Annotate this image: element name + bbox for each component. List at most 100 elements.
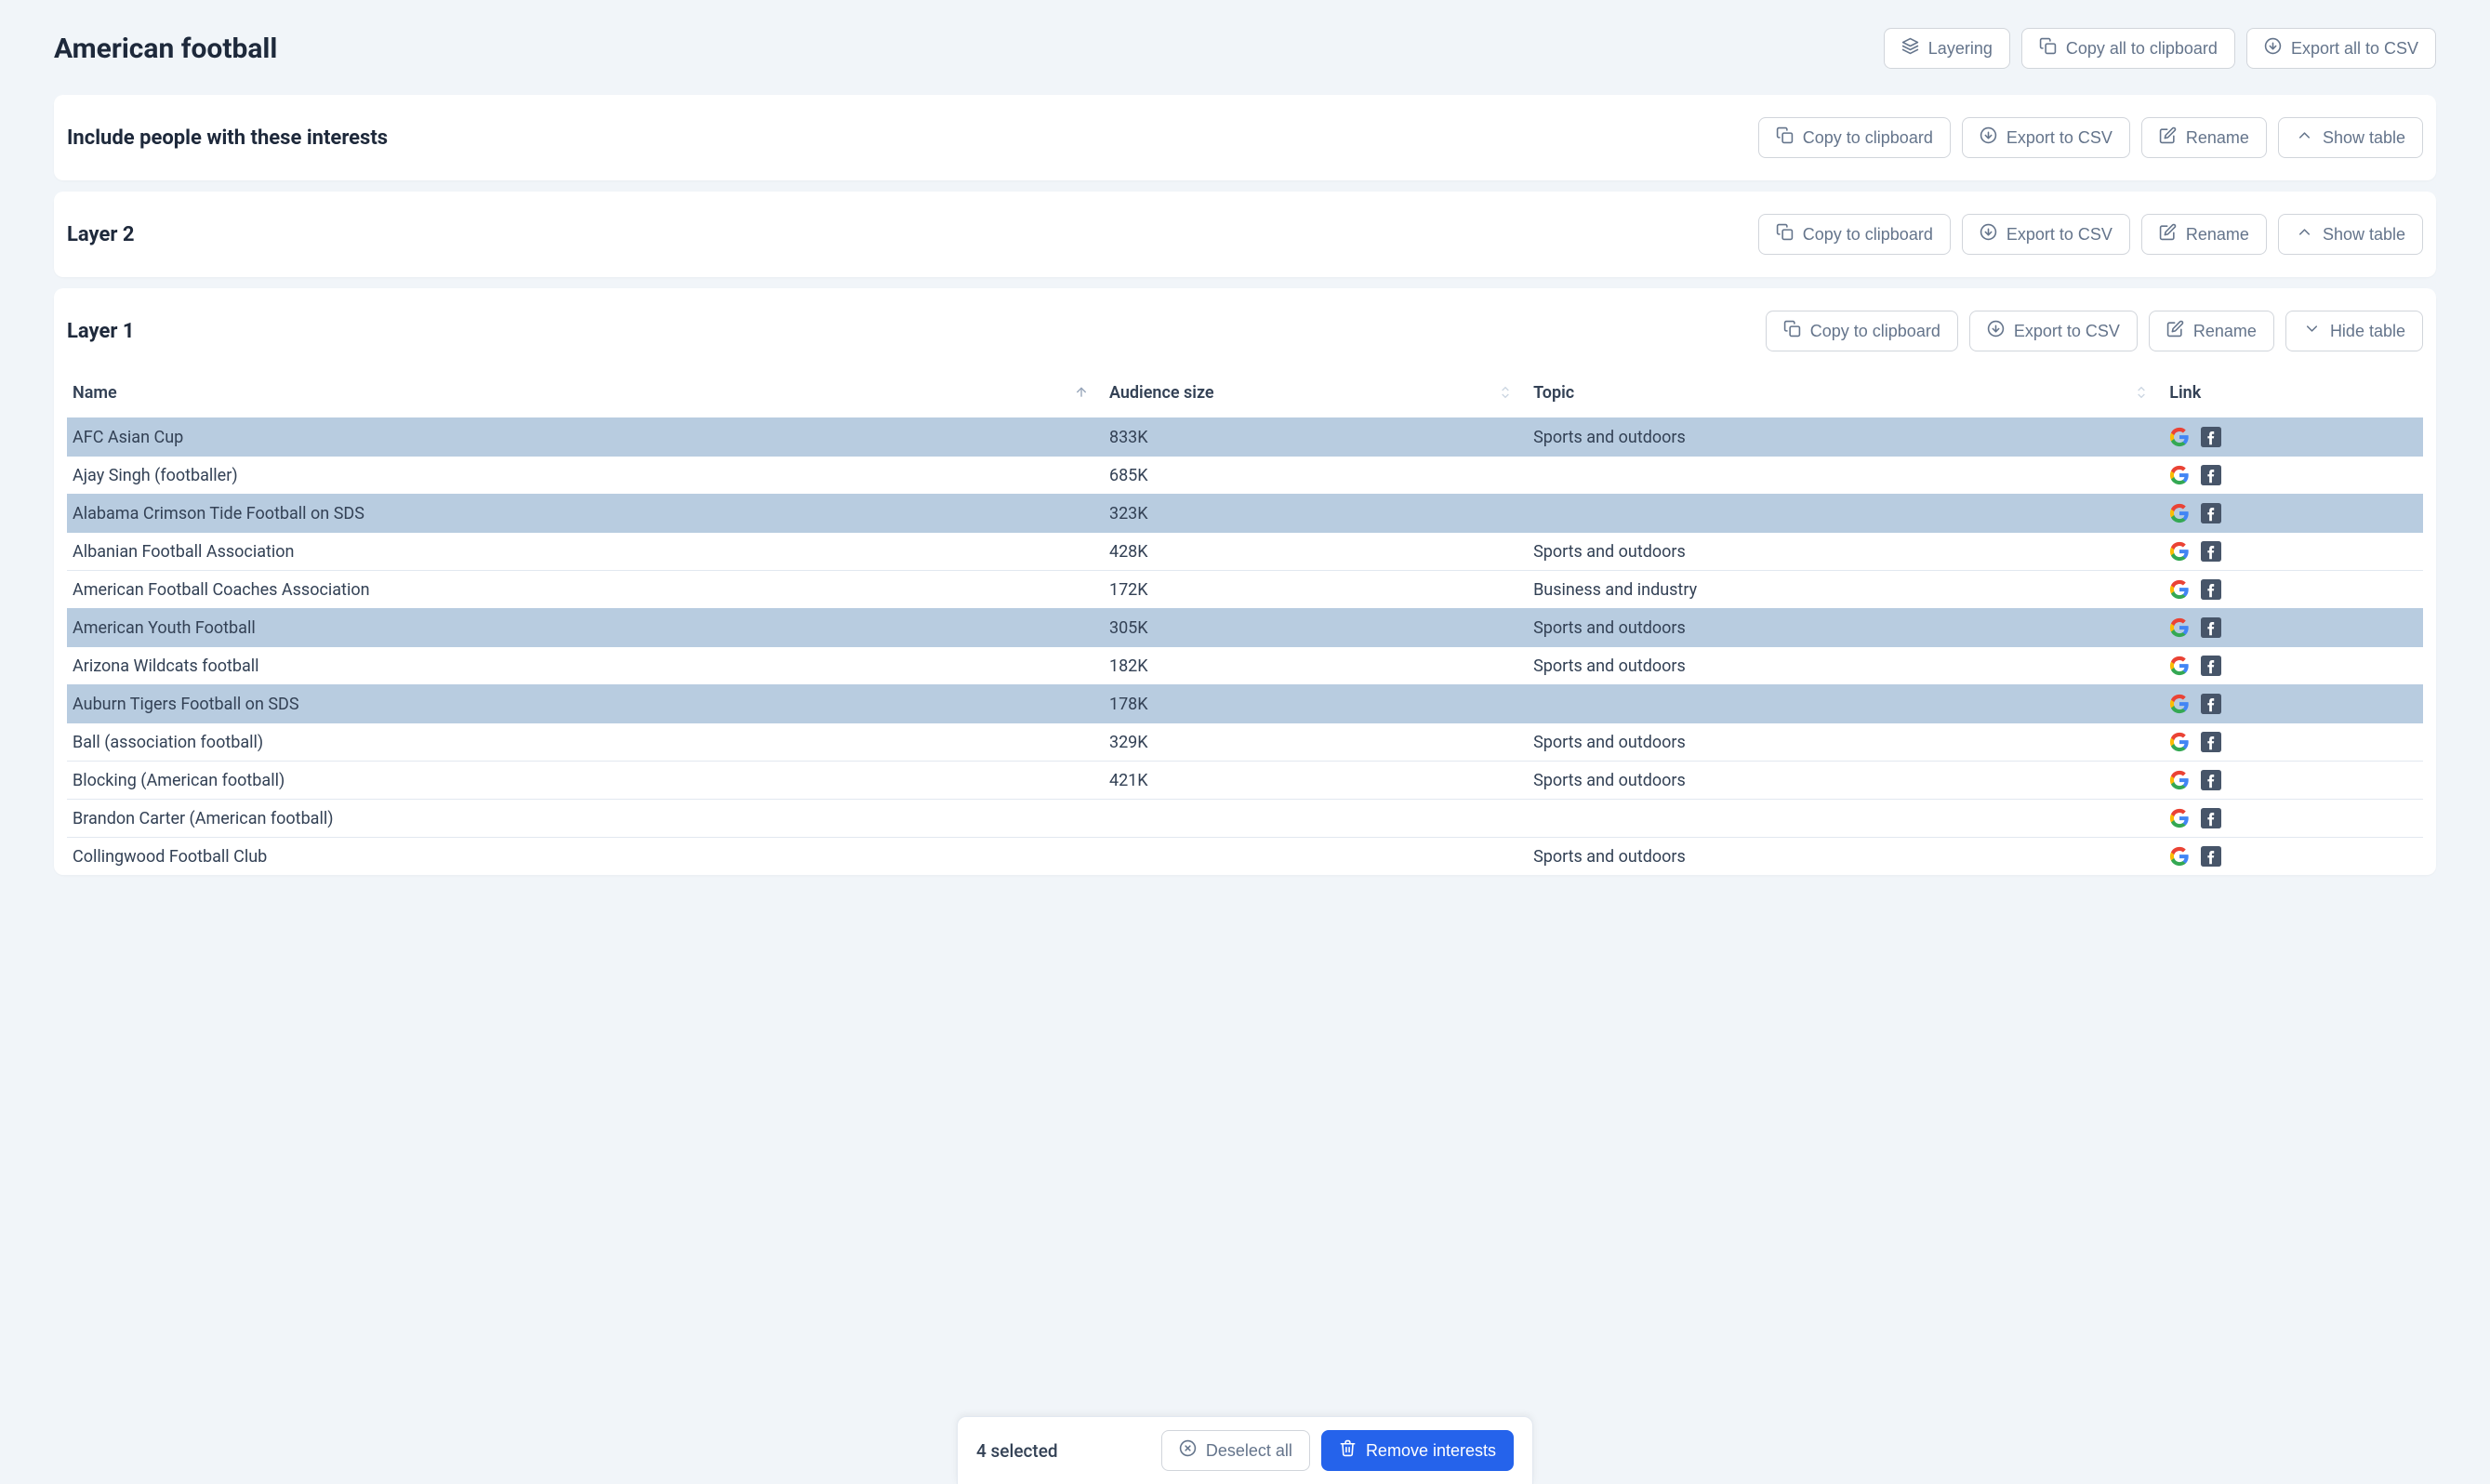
cell-name: Auburn Tigers Football on SDS	[67, 685, 1104, 723]
export-to-csv-button[interactable]: Export to CSV	[1962, 117, 2130, 158]
google-icon[interactable]	[2169, 579, 2190, 600]
chevron-up-icon	[2296, 126, 2313, 149]
page-toolbar: Layering Copy all to clipboard Export al…	[1884, 28, 2436, 69]
facebook-icon[interactable]	[2201, 656, 2221, 676]
google-icon[interactable]	[2169, 694, 2190, 714]
table-row[interactable]: Collingwood Football Club Sports and out…	[67, 838, 2423, 876]
export-to-csv-button[interactable]: Export to CSV	[1962, 214, 2130, 255]
google-icon[interactable]	[2169, 465, 2190, 485]
facebook-icon[interactable]	[2201, 617, 2221, 638]
download-icon	[1987, 320, 2005, 342]
export-all-label: Export all to CSV	[2291, 39, 2418, 59]
toggle-table-button[interactable]: Hide table	[2285, 311, 2423, 351]
google-icon[interactable]	[2169, 846, 2190, 867]
cell-topic: Sports and outdoors	[1528, 418, 2164, 457]
facebook-icon[interactable]	[2201, 846, 2221, 867]
trash-icon	[1339, 1439, 1357, 1462]
table-row[interactable]: American Youth Football 305K Sports and …	[67, 609, 2423, 647]
facebook-icon[interactable]	[2201, 732, 2221, 752]
cell-topic: Sports and outdoors	[1528, 838, 2164, 876]
table-row[interactable]: Brandon Carter (American football)	[67, 800, 2423, 838]
copy-to-clipboard-button[interactable]: Copy to clipboard	[1758, 214, 1951, 255]
cell-topic	[1528, 495, 2164, 533]
page-title: American football	[54, 33, 277, 65]
close-circle-icon	[1179, 1439, 1197, 1462]
cell-audience: 182K	[1104, 647, 1528, 685]
google-icon[interactable]	[2169, 770, 2190, 790]
interests-table: Name Audience size Topic Link AFC Asian …	[67, 374, 2423, 875]
edit-icon	[2159, 223, 2177, 245]
toggle-label: Hide table	[2330, 322, 2405, 341]
cell-topic: Business and industry	[1528, 571, 2164, 609]
cell-link	[2164, 571, 2423, 609]
col-name-header[interactable]: Name	[67, 374, 1104, 418]
facebook-icon[interactable]	[2201, 541, 2221, 562]
copy-to-clipboard-button[interactable]: Copy to clipboard	[1766, 311, 1958, 351]
table-row[interactable]: Ajay Singh (footballer) 685K	[67, 457, 2423, 495]
facebook-icon[interactable]	[2201, 694, 2221, 714]
cell-link	[2164, 800, 2423, 838]
cell-name: Alabama Crimson Tide Football on SDS	[67, 495, 1104, 533]
table-row[interactable]: Arizona Wildcats football 182K Sports an…	[67, 647, 2423, 685]
panel: Layer 2 Copy to clipboard Export to CSV …	[54, 192, 2436, 277]
table-row[interactable]: AFC Asian Cup 833K Sports and outdoors	[67, 418, 2423, 457]
copy-icon	[1776, 223, 1794, 245]
table-row[interactable]: Alabama Crimson Tide Football on SDS 323…	[67, 495, 2423, 533]
download-icon	[1980, 223, 1997, 245]
copy-icon	[2039, 37, 2057, 60]
toggle-table-button[interactable]: Show table	[2278, 214, 2423, 255]
panel: Layer 1 Copy to clipboard Export to CSV …	[54, 288, 2436, 875]
cell-link	[2164, 762, 2423, 800]
rename-button[interactable]: Rename	[2141, 117, 2267, 158]
export-to-csv-button[interactable]: Export to CSV	[1969, 311, 2138, 351]
rename-button[interactable]: Rename	[2141, 214, 2267, 255]
facebook-icon[interactable]	[2201, 579, 2221, 600]
cell-name: AFC Asian Cup	[67, 418, 1104, 457]
table-row[interactable]: Blocking (American football) 421K Sports…	[67, 762, 2423, 800]
google-icon[interactable]	[2169, 427, 2190, 447]
google-icon[interactable]	[2169, 732, 2190, 752]
toggle-label: Show table	[2323, 128, 2405, 148]
google-icon[interactable]	[2169, 541, 2190, 562]
chevron-down-icon	[2303, 320, 2321, 342]
selection-bar: 4 selected Deselect all Remove interests	[957, 1416, 1533, 1484]
cell-link	[2164, 838, 2423, 876]
table-row[interactable]: Auburn Tigers Football on SDS 178K	[67, 685, 2423, 723]
google-icon[interactable]	[2169, 656, 2190, 676]
cell-topic: Sports and outdoors	[1528, 647, 2164, 685]
facebook-icon[interactable]	[2201, 770, 2221, 790]
panel-title: Layer 2	[67, 223, 134, 246]
copy-all-button[interactable]: Copy all to clipboard	[2021, 28, 2235, 69]
rename-button[interactable]: Rename	[2149, 311, 2274, 351]
sort-icon	[2134, 385, 2149, 404]
cell-name: American Football Coaches Association	[67, 571, 1104, 609]
cell-link	[2164, 533, 2423, 571]
layering-button[interactable]: Layering	[1884, 28, 2010, 69]
toggle-table-button[interactable]: Show table	[2278, 117, 2423, 158]
export-label: Export to CSV	[2007, 128, 2113, 148]
export-all-button[interactable]: Export all to CSV	[2246, 28, 2436, 69]
col-audience-header[interactable]: Audience size	[1104, 374, 1528, 418]
layers-icon	[1901, 37, 1919, 60]
cell-audience	[1104, 800, 1528, 838]
deselect-all-button[interactable]: Deselect all	[1161, 1430, 1310, 1471]
google-icon[interactable]	[2169, 617, 2190, 638]
cell-name: Albanian Football Association	[67, 533, 1104, 571]
col-topic-header[interactable]: Topic	[1528, 374, 2164, 418]
facebook-icon[interactable]	[2201, 427, 2221, 447]
table-row[interactable]: Albanian Football Association 428K Sport…	[67, 533, 2423, 571]
facebook-icon[interactable]	[2201, 465, 2221, 485]
facebook-icon[interactable]	[2201, 503, 2221, 523]
google-icon[interactable]	[2169, 503, 2190, 523]
remove-interests-button[interactable]: Remove interests	[1321, 1430, 1514, 1471]
cell-topic	[1528, 457, 2164, 495]
facebook-icon[interactable]	[2201, 808, 2221, 828]
layering-label: Layering	[1928, 39, 1993, 59]
table-row[interactable]: American Football Coaches Association 17…	[67, 571, 2423, 609]
cell-audience: 329K	[1104, 723, 1528, 762]
table-row[interactable]: Ball (association football) 329K Sports …	[67, 723, 2423, 762]
panel: Include people with these interests Copy…	[54, 95, 2436, 180]
copy-to-clipboard-button[interactable]: Copy to clipboard	[1758, 117, 1951, 158]
google-icon[interactable]	[2169, 808, 2190, 828]
toggle-label: Show table	[2323, 225, 2405, 245]
